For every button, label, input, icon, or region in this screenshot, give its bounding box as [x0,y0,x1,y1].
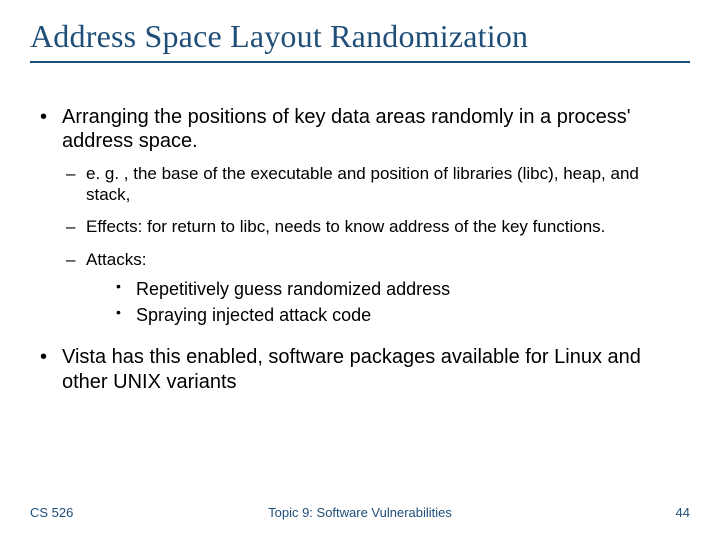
bullet-list-level3: Repetitively guess randomized address Sp… [114,277,680,328]
bullet-list-level1: Arranging the positions of key data area… [36,105,680,394]
bullet-item: Arranging the positions of key data area… [36,105,680,327]
bullet-item: e. g. , the base of the executable and p… [62,164,680,205]
slide-body: Arranging the positions of key data area… [30,105,690,394]
bullet-item: Effects: for return to libc, needs to kn… [62,217,680,238]
footer-topic: Topic 9: Software Vulnerabilities [30,505,690,520]
bullet-text: Spraying injected attack code [136,305,371,325]
bullet-text: Repetitively guess randomized address [136,279,450,299]
bullet-item: Vista has this enabled, software package… [36,345,680,394]
bullet-text: Arranging the positions of key data area… [62,106,631,152]
footer-page-number: 44 [676,505,690,520]
bullet-text: Effects: for return to libc, needs to kn… [86,217,605,236]
title-underline [30,61,690,63]
bullet-item: Attacks: Repetitively guess randomized a… [62,250,680,327]
bullet-text: e. g. , the base of the executable and p… [86,164,639,204]
bullet-item: Repetitively guess randomized address [114,277,680,301]
bullet-text: Attacks: [86,250,146,269]
slide-title: Address Space Layout Randomization [30,18,690,55]
footer-course: CS 526 [30,505,73,520]
slide-footer: CS 526 Topic 9: Software Vulnerabilities… [30,505,690,520]
bullet-text: Vista has this enabled, software package… [62,346,641,392]
bullet-item: Spraying injected attack code [114,303,680,327]
bullet-list-level2: e. g. , the base of the executable and p… [62,164,680,328]
